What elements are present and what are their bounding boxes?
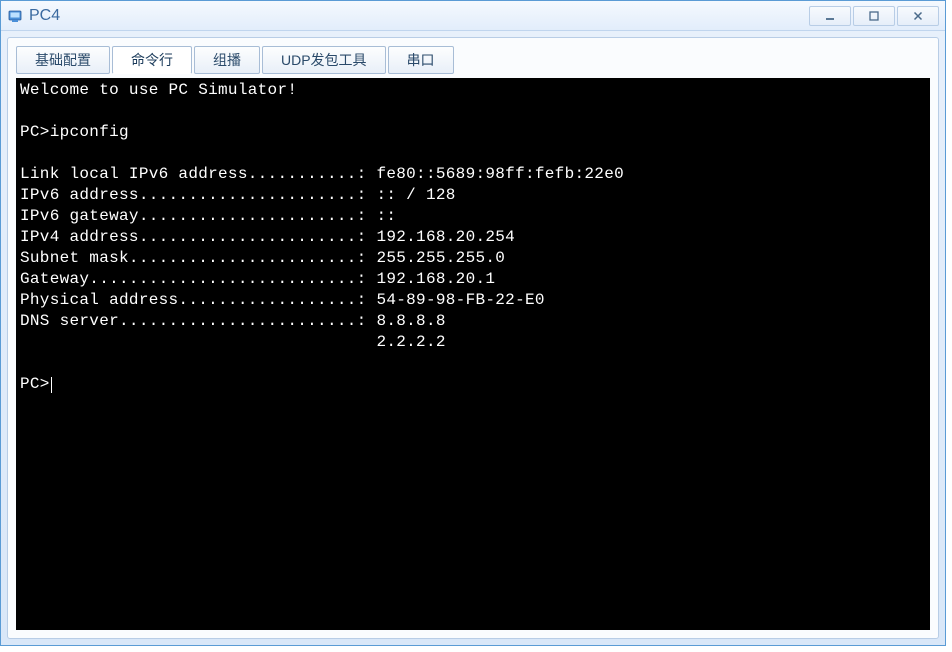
window-title: PC4 xyxy=(29,7,807,25)
tab-serial[interactable]: 串口 xyxy=(388,46,454,74)
terminal-line: Link local IPv6 address...........: fe80… xyxy=(20,165,624,183)
terminal-welcome: Welcome to use PC Simulator! xyxy=(20,81,297,99)
tab-udp-tool[interactable]: UDP发包工具 xyxy=(262,46,386,74)
tab-basic-config[interactable]: 基础配置 xyxy=(16,46,110,74)
terminal-line: DNS server........................: 8.8.… xyxy=(20,312,446,330)
terminal-line: IPv6 address......................: :: /… xyxy=(20,186,456,204)
close-button[interactable] xyxy=(897,6,939,26)
minimize-button[interactable] xyxy=(809,6,851,26)
terminal-line: Subnet mask.......................: 255.… xyxy=(20,249,505,267)
terminal-prompt-1: PC>ipconfig xyxy=(20,123,129,141)
maximize-button[interactable] xyxy=(853,6,895,26)
terminal-line: Gateway...........................: 192.… xyxy=(20,270,495,288)
app-window: PC4 基础配置 命令行 组播 UDP发包工具 串口 Welcome to us… xyxy=(0,0,946,646)
titlebar[interactable]: PC4 xyxy=(1,1,945,31)
terminal-line: 2.2.2.2 xyxy=(20,333,446,351)
terminal-line: Physical address..................: 54-8… xyxy=(20,291,545,309)
content-panel: 基础配置 命令行 组播 UDP发包工具 串口 Welcome to use PC… xyxy=(7,37,939,639)
tab-command-line[interactable]: 命令行 xyxy=(112,46,192,74)
terminal-output[interactable]: Welcome to use PC Simulator! PC>ipconfig… xyxy=(16,78,930,630)
terminal-prompt-2: PC> xyxy=(20,375,50,393)
terminal-line: IPv6 gateway......................: :: xyxy=(20,207,396,225)
window-controls xyxy=(807,6,939,26)
tab-multicast[interactable]: 组播 xyxy=(194,46,260,74)
app-icon xyxy=(7,8,23,24)
tab-bar: 基础配置 命令行 组播 UDP发包工具 串口 xyxy=(16,46,930,74)
terminal-line: IPv4 address......................: 192.… xyxy=(20,228,515,246)
terminal-cursor xyxy=(51,377,53,393)
